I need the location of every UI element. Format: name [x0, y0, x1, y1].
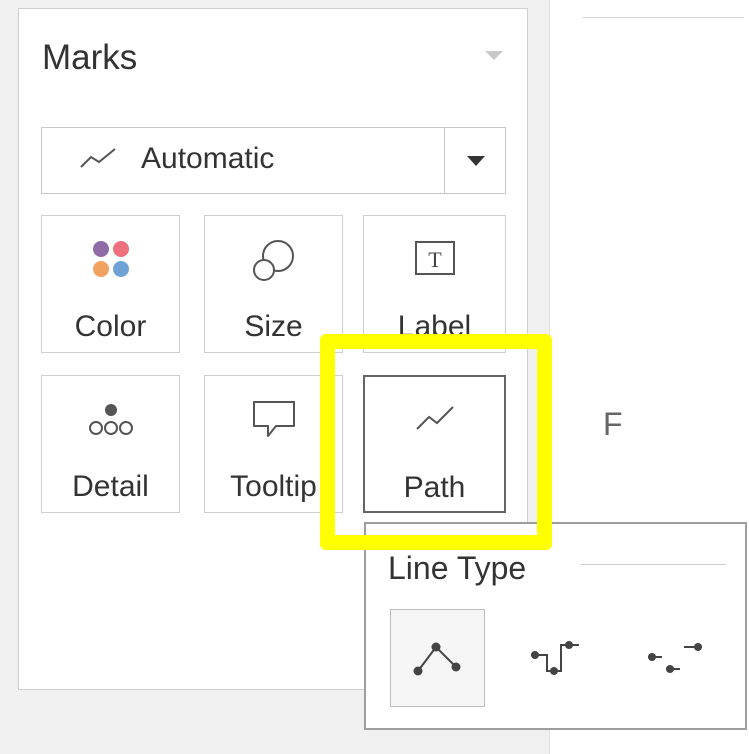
tooltip-icon — [250, 398, 298, 449]
mark-type-label: Automatic — [141, 142, 275, 175]
dropdown-divider — [444, 128, 445, 193]
linear-line-button[interactable] — [390, 609, 485, 707]
marks-title: Marks — [42, 38, 138, 77]
detail-icon — [86, 398, 136, 447]
marks-menu-caret-icon[interactable] — [485, 51, 503, 60]
line-type-popup: Line Type — [364, 522, 747, 730]
highlight-box — [320, 334, 552, 550]
jump-line-button[interactable] — [628, 609, 723, 707]
detail-label: Detail — [72, 470, 149, 503]
canvas-text: F — [603, 406, 623, 442]
line-chart-icon — [79, 143, 119, 178]
text-label-icon: T — [413, 238, 457, 283]
detail-button[interactable]: Detail — [41, 375, 180, 513]
color-label: Color — [74, 310, 147, 343]
step-line-button[interactable] — [509, 609, 604, 707]
canvas-top-rule — [582, 17, 744, 18]
svg-text:T: T — [428, 247, 442, 272]
mark-type-dropdown[interactable]: Automatic — [41, 127, 506, 194]
color-button[interactable]: Color — [41, 215, 180, 353]
line-type-title: Line Type — [388, 550, 527, 586]
color-dots-icon — [89, 238, 133, 287]
chevron-down-icon[interactable] — [467, 156, 485, 166]
size-button[interactable]: Size — [204, 215, 343, 353]
title-rule — [581, 564, 726, 565]
size-icon — [250, 238, 298, 289]
label-button[interactable]: T Label — [363, 215, 506, 353]
